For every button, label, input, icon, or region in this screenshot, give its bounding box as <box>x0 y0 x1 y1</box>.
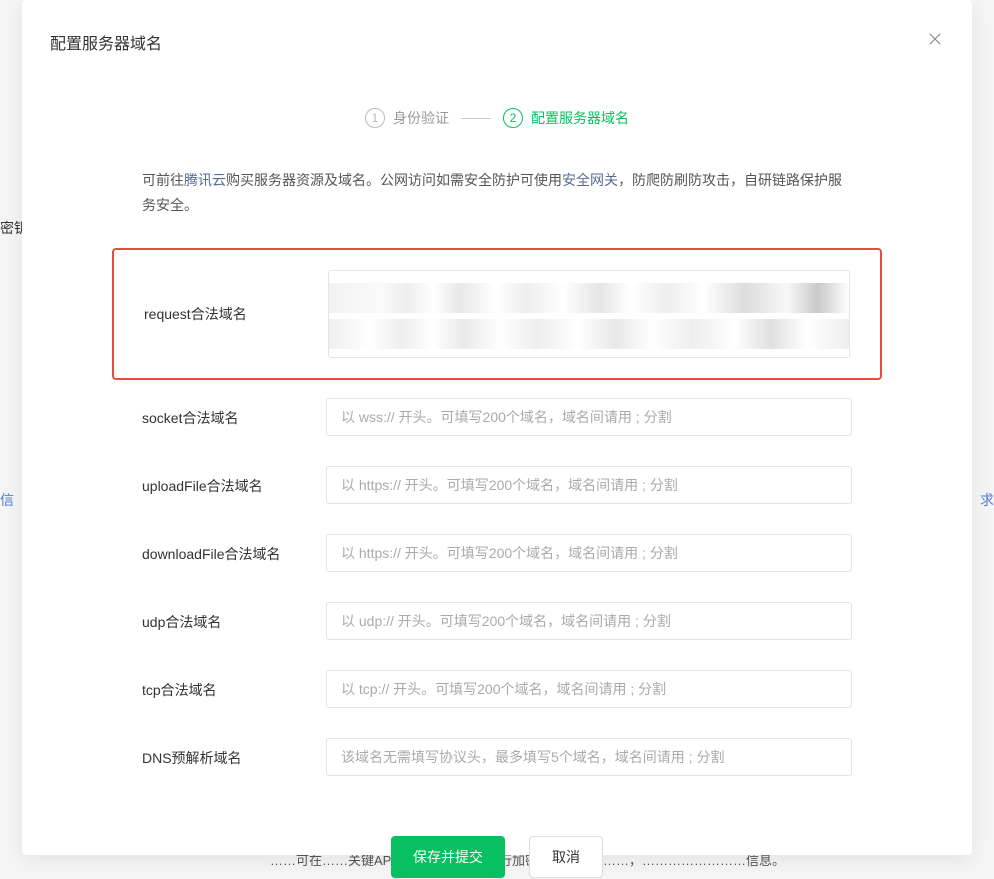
close-icon <box>926 30 944 48</box>
udp-domain-row: udp合法域名 <box>142 602 852 640</box>
action-buttons: 保存并提交 取消 <box>22 806 972 878</box>
dns-domain-row: DNS预解析域名 <box>142 738 852 776</box>
cancel-button[interactable]: 取消 <box>529 836 603 878</box>
request-domain-highlight: request合法域名 <box>112 248 882 380</box>
socket-domain-row: socket合法域名 <box>142 398 852 436</box>
downloadfile-domain-row: downloadFile合法域名 <box>142 534 852 572</box>
close-button[interactable] <box>926 30 944 53</box>
desc-mid: 购买服务器资源及域名。公网访问如需安全防护可使用 <box>226 172 562 188</box>
bg-text-fragment: 求 <box>980 490 994 510</box>
downloadfile-domain-label: downloadFile合法域名 <box>142 534 326 564</box>
step-divider <box>461 118 491 119</box>
request-domain-row: request合法域名 <box>144 270 850 358</box>
tcp-domain-label: tcp合法域名 <box>142 670 326 700</box>
modal-title: 配置服务器域名 <box>50 30 162 54</box>
save-submit-button[interactable]: 保存并提交 <box>391 836 505 878</box>
step-2-label: 配置服务器域名 <box>531 108 629 128</box>
step-1-number: 1 <box>365 108 385 128</box>
form-body: socket合法域名 uploadFile合法域名 downloadFile合法… <box>22 398 972 776</box>
downloadfile-domain-input[interactable] <box>326 534 852 572</box>
socket-domain-input[interactable] <box>326 398 852 436</box>
request-domain-label: request合法域名 <box>144 304 328 324</box>
step-1: 1 身份验证 <box>365 108 449 128</box>
bg-text-fragment: 信 <box>0 490 14 510</box>
description-text: 可前往腾讯云购买服务器资源及域名。公网访问如需安全防护可使用安全网关，防爬防刷防… <box>22 168 972 218</box>
tcp-domain-input[interactable] <box>326 670 852 708</box>
step-2-number: 2 <box>503 108 523 128</box>
dns-domain-input[interactable] <box>326 738 852 776</box>
security-gateway-link[interactable]: 安全网关 <box>562 172 618 188</box>
udp-domain-input[interactable] <box>326 602 852 640</box>
tcp-domain-row: tcp合法域名 <box>142 670 852 708</box>
tencent-cloud-link[interactable]: 腾讯云 <box>184 172 226 188</box>
modal-header: 配置服务器域名 <box>22 0 972 64</box>
config-domain-modal: 配置服务器域名 1 身份验证 2 配置服务器域名 可前往腾讯云购买服务器资源及域… <box>22 0 972 855</box>
uploadfile-domain-label: uploadFile合法域名 <box>142 466 326 496</box>
step-1-label: 身份验证 <box>393 108 449 128</box>
uploadfile-domain-input[interactable] <box>326 466 852 504</box>
socket-domain-label: socket合法域名 <box>142 398 326 428</box>
dns-domain-label: DNS预解析域名 <box>142 738 326 768</box>
udp-domain-label: udp合法域名 <box>142 602 326 632</box>
desc-prefix: 可前往 <box>142 172 184 188</box>
step-2: 2 配置服务器域名 <box>503 108 629 128</box>
step-indicator: 1 身份验证 2 配置服务器域名 <box>22 64 972 168</box>
request-domain-input-blurred[interactable] <box>328 270 850 358</box>
uploadfile-domain-row: uploadFile合法域名 <box>142 466 852 504</box>
